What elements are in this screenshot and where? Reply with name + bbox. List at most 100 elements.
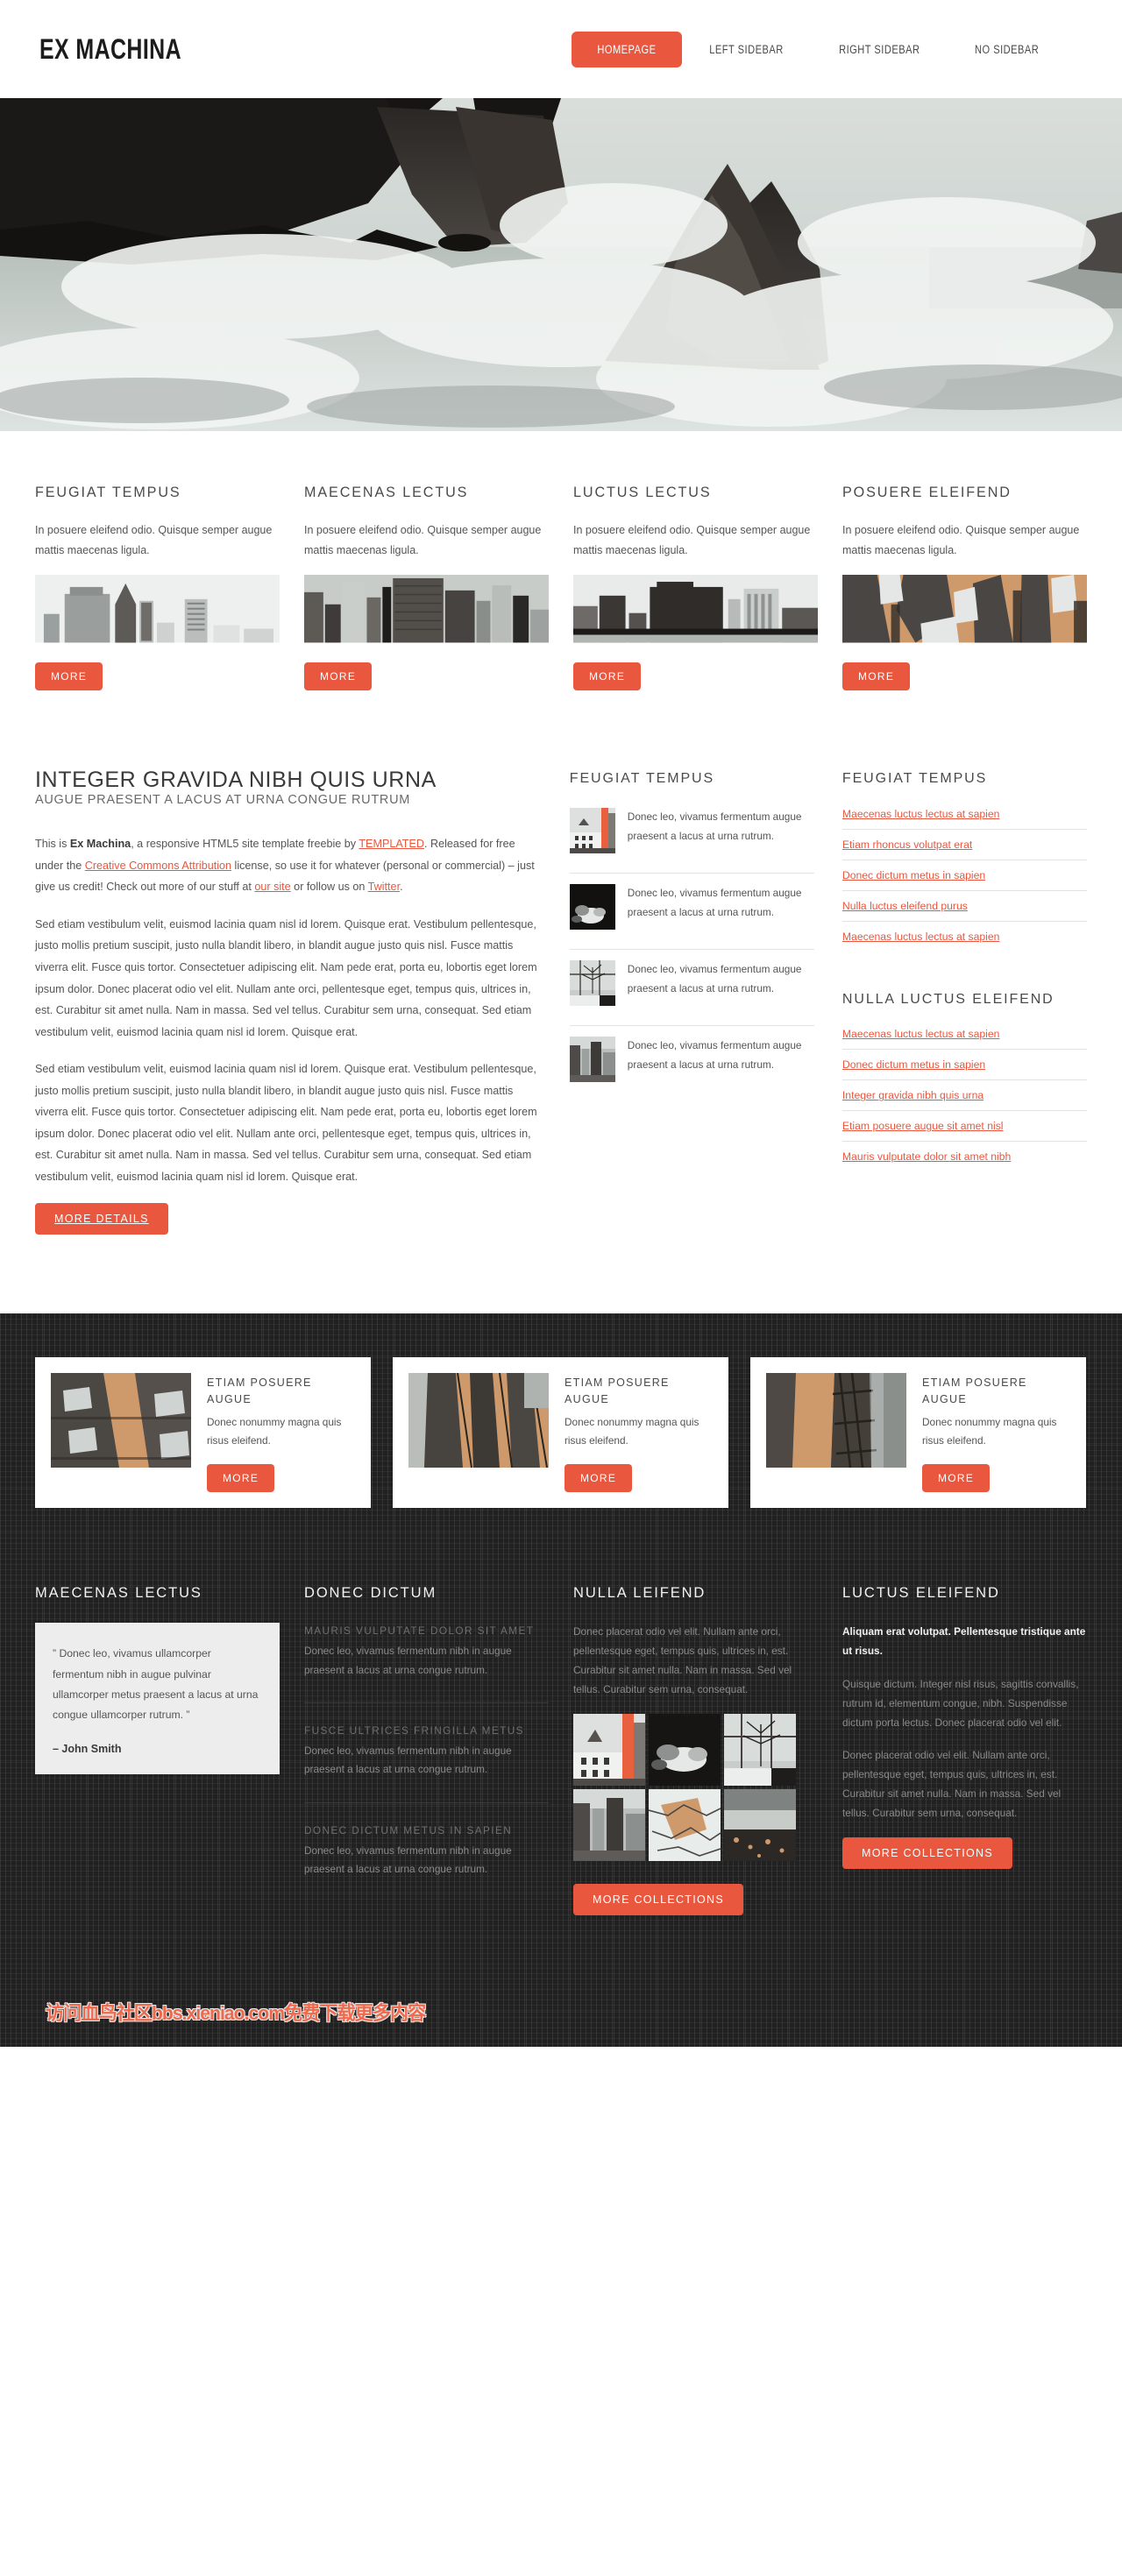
watermark-text: 访问血鸟社区bbs.xieniao.com免费下载更多内容 — [46, 2001, 426, 2024]
sidebar-link[interactable]: Maecenas luctus lectus at sapien — [842, 808, 1087, 829]
feature-image-city-skyline — [35, 575, 280, 643]
gallery-thumb-orange-marble[interactable] — [649, 1788, 721, 1861]
intro-part-1: This is — [35, 838, 70, 851]
footer-list-item[interactable]: FUSCE ULTRICES FRINGILLA METUS Donec leo… — [304, 1702, 549, 1802]
page-subtitle: AUGUE PRAESENT A LACUS AT URNA CONGUE RU… — [35, 793, 411, 808]
link-our-site[interactable]: our site — [254, 881, 290, 893]
promo-image-fire-escape — [408, 1373, 549, 1468]
feature-text: In posuere eleifend odio. Quisque semper… — [842, 524, 1080, 557]
footer-lead-text: Aliquam erat volutpat. Pellentesque tris… — [842, 1625, 1086, 1658]
waterfront-svg — [573, 575, 818, 643]
feature-more-button[interactable]: MORE — [304, 662, 373, 691]
gallery-thumb-dark-smoke[interactable] — [649, 1713, 721, 1786]
more-details-wrap: MORE DETAILS — [35, 1203, 542, 1235]
footer-item-heading: MAURIS VULPUTATE DOLOR SIT AMET — [304, 1624, 535, 1638]
fire-escape-svg — [408, 1373, 549, 1468]
feature-text: In posuere eleifend odio. Quisque semper… — [304, 524, 542, 557]
feature-image-waterfront — [573, 575, 818, 643]
link-templated[interactable]: TEMPLATED — [359, 838, 424, 850]
main-navigation: HOMEPAGE LEFT SIDEBAR RIGHT SIDEBAR NO S… — [572, 31, 1083, 67]
post-text: Donec leo, vivamus fermentum augue praes… — [627, 962, 802, 994]
gallery-thumb-city-towers[interactable] — [573, 1788, 645, 1861]
more-details-button[interactable]: MORE DETAILS — [35, 1203, 168, 1235]
page-title: INTEGER GRAVIDA NIBH QUIS URNA — [35, 768, 437, 793]
window-branches-svg — [569, 959, 615, 1006]
promo-image-brick-facade — [51, 1373, 191, 1468]
footer-list-item[interactable]: DONEC DICTUM METUS IN SAPIEN Donec leo, … — [304, 1802, 549, 1902]
more-collections-button[interactable]: MORE COLLECTIONS — [842, 1836, 1012, 1869]
footer-column-luctus-eleifend: LUCTUS ELEIFEND Aliquam erat volutpat. P… — [842, 1585, 1087, 1869]
window-branches-svg — [724, 1713, 796, 1786]
link-list-item: Nulla luctus eleifend purus — [842, 889, 1088, 921]
orange-marble-svg — [649, 1788, 721, 1861]
testimonial-card: ” Donec leo, vivamus ullamcorper ferment… — [35, 1623, 280, 1775]
gallery-thumb-landscape-dusk[interactable] — [724, 1788, 796, 1861]
feature-title: POSUERE ELEIFEND — [842, 484, 1012, 500]
sidebar-link[interactable]: Etiam posuere augue sit amet nisl — [842, 1111, 1087, 1141]
nav-item-no-sidebar[interactable]: NO SIDEBAR — [959, 32, 1055, 67]
hero-banner-image — [0, 98, 1122, 431]
gallery-thumb-old-town[interactable] — [573, 1713, 645, 1786]
gallery-thumb-window-branches[interactable] — [724, 1713, 796, 1786]
nav-item-right-sidebar[interactable]: RIGHT SIDEBAR — [823, 32, 935, 67]
feature-more-button[interactable]: MORE — [842, 662, 911, 691]
promo-more-button[interactable]: MORE — [922, 1464, 991, 1493]
post-text: Donec leo, vivamus fermentum augue praes… — [627, 886, 802, 918]
old-town-svg — [573, 1713, 645, 1786]
sidebar-post-item[interactable]: Donec leo, vivamus fermentum augue praes… — [569, 807, 814, 873]
footer-list-item[interactable]: MAURIS VULPUTATE DOLOR SIT AMET Donec le… — [304, 1623, 549, 1702]
feature-image-aerial-sepia — [842, 575, 1087, 643]
sidebar-post-item[interactable]: Donec leo, vivamus fermentum augue praes… — [569, 948, 814, 1025]
nav-item-left-sidebar[interactable]: LEFT SIDEBAR — [693, 32, 799, 67]
promo-card-text: Donec nonummy magna quis risus eleifend. — [565, 1415, 699, 1447]
main-content: INTEGER GRAVIDA NIBH QUIS URNA AUGUE PRA… — [35, 769, 542, 1235]
feature-more-button[interactable]: MORE — [35, 662, 103, 691]
footer-column-title: LUCTUS ELEIFEND — [842, 1585, 1000, 1602]
footer-column-title: MAECENAS LECTUS — [35, 1585, 202, 1602]
link-list-item: Etiam rhoncus volutpat erat — [842, 828, 1088, 860]
post-thumbnail-city-towers — [569, 1036, 615, 1082]
link-list-1: Maecenas luctus lectus at sapien Etiam r… — [842, 808, 1088, 952]
feature-title: LUCTUS LECTUS — [573, 484, 712, 500]
main-section: INTEGER GRAVIDA NIBH QUIS URNA AUGUE PRA… — [0, 752, 1122, 1314]
sidebar-link[interactable]: Integer gravida nibh quis urna — [842, 1080, 1087, 1110]
promo-card-body: ETIAM POSUERE AUGUE Donec nonummy magna … — [207, 1373, 355, 1493]
promo-card-1: ETIAM POSUERE AUGUE Donec nonummy magna … — [35, 1357, 371, 1509]
footer-item-heading: FUSCE ULTRICES FRINGILLA METUS — [304, 1724, 524, 1737]
sidebar-link[interactable]: Etiam rhoncus volutpat erat — [842, 830, 1087, 860]
link-list-item: Mauris vulputate dolor sit amet nibh — [842, 1141, 1088, 1171]
more-collections-button[interactable]: MORE COLLECTIONS — [573, 1883, 743, 1915]
body-paragraph-3: Sed etiam vestibulum velit, euismod laci… — [35, 1063, 537, 1183]
post-text: Donec leo, vivamus fermentum augue praes… — [627, 1038, 802, 1071]
sidebar-link[interactable]: Donec dictum metus in sapien — [842, 860, 1087, 890]
sidebar-link[interactable]: Maecenas luctus lectus at sapien — [842, 1028, 1087, 1049]
coastline-illustration — [0, 98, 1122, 431]
intro-part-6: . — [400, 881, 403, 894]
site-header: EX MACHINA HOMEPAGE LEFT SIDEBAR RIGHT S… — [0, 0, 1122, 98]
footer-item-text: Donec leo, vivamus fermentum nibh in aug… — [304, 1644, 512, 1676]
promo-card-text: Donec nonummy magna quis risus eleifend. — [922, 1415, 1057, 1447]
city-towers-svg — [569, 1036, 615, 1082]
promo-card-body: ETIAM POSUERE AUGUE Donec nonummy magna … — [922, 1373, 1070, 1493]
sidebar-link[interactable]: Maecenas luctus lectus at sapien — [842, 922, 1087, 952]
feature-box-4: POSUERE ELEIFEND In posuere eleifend odi… — [842, 484, 1087, 691]
footer-item-text: Donec leo, vivamus fermentum nibh in aug… — [304, 1844, 512, 1876]
link-list-2: Maecenas luctus lectus at sapien Donec d… — [842, 1028, 1088, 1171]
link-creative-commons[interactable]: Creative Commons Attribution — [85, 860, 231, 872]
testimonial-author: – John Smith — [53, 1743, 122, 1756]
sidebar-link[interactable]: Nulla luctus eleifend purus — [842, 891, 1087, 921]
link-twitter[interactable]: Twitter — [368, 881, 400, 893]
footer-row: MAECENAS LECTUS ” Donec leo, vivamus ull… — [0, 1585, 1122, 1915]
sidebar-post-item[interactable]: Donec leo, vivamus fermentum augue praes… — [569, 1024, 814, 1101]
feature-more-button[interactable]: MORE — [573, 662, 642, 691]
nav-item-homepage[interactable]: HOMEPAGE — [572, 31, 683, 67]
promo-more-button[interactable]: MORE — [207, 1464, 275, 1493]
sidebar-link[interactable]: Donec dictum metus in sapien — [842, 1050, 1087, 1079]
sidebar-post-item[interactable]: Donec leo, vivamus fermentum augue praes… — [569, 872, 814, 949]
promo-card-3: ETIAM POSUERE AUGUE Donec nonummy magna … — [750, 1357, 1086, 1509]
feature-title: FEUGIAT TEMPUS — [35, 484, 181, 500]
site-logo[interactable]: EX MACHINA — [39, 33, 181, 66]
promo-more-button[interactable]: MORE — [565, 1464, 633, 1493]
brand-name: Ex Machina — [69, 838, 131, 851]
sidebar-link[interactable]: Mauris vulputate dolor sit amet nibh — [842, 1142, 1087, 1171]
